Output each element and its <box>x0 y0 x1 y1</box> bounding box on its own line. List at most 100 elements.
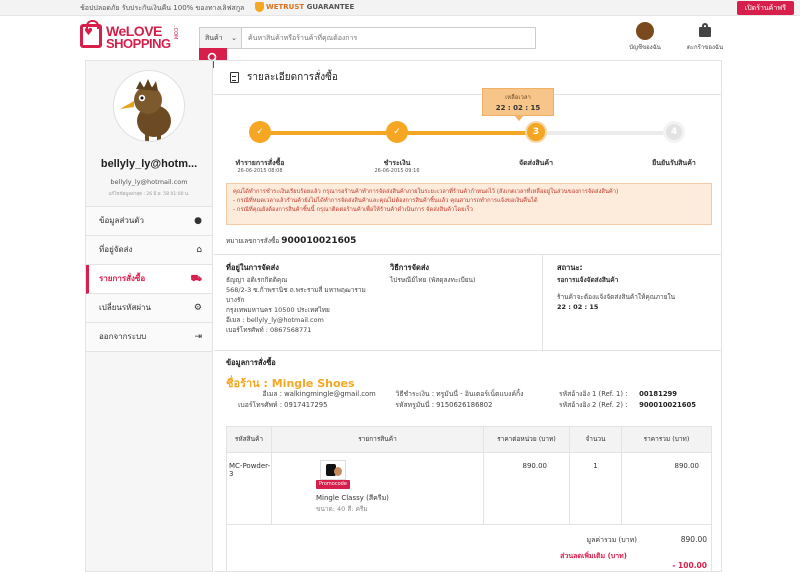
header: ♥ WeLOVE SHOPPING .COM สินค้า ⌄ บัญชีของ… <box>0 16 800 68</box>
top-bar: ช้อปปลอดภัย รับประกันเงินคืน 100% ของทาง… <box>0 0 800 16</box>
address-line: บางรัก <box>226 296 245 304</box>
payment-value: ทรูมันนี่ - อินเตอร์เน็ตแบงค์กิ้ง <box>436 390 524 398</box>
subtotal-label: มูลค่ารวม (บาท) <box>586 536 638 544</box>
profile-picture[interactable] <box>113 70 185 142</box>
notice-line: - กรณีที่หมดเวลาแล้วร้านค้ายังไม่ได้ทำกา… <box>233 198 538 204</box>
ref1-label: รหัสอ้างอิง 1 (Ref. 1) : <box>559 390 628 398</box>
divider <box>214 350 722 351</box>
sidebar-item-label: เปลี่ยนรหัสผ่าน <box>99 303 151 312</box>
timer-label: เหลือเวลา <box>505 94 531 101</box>
sidebar-item-label: รายการสั่งซื้อ <box>99 274 146 283</box>
shipping-method-value: ไปรษณีย์ไทย (พัสดุลงทะเบียน) <box>390 276 476 284</box>
account-menu-list: ข้อมูลส่วนตัว ● ที่อยู่จัดส่ง ⌂ รายการสั… <box>86 206 212 352</box>
shop-phone: 0917417295 <box>284 401 328 409</box>
unit-price-cell: 890.00 <box>484 453 570 524</box>
divider <box>214 94 722 95</box>
sidebar-item-label: ที่อยู่จัดส่ง <box>99 245 133 254</box>
trust-badge[interactable]: WETRUST GUARANTEE <box>255 2 354 12</box>
sidebar-item-orders[interactable]: รายการสั่งซื้อ ⛟ <box>86 265 212 294</box>
ref2-value: 900010021605 <box>639 401 696 409</box>
step-2-check-icon: ✓ <box>386 121 408 143</box>
table-row: MC-Powder-3 Promocode Mingle Classy (สีค… <box>227 453 711 525</box>
page-title-text: รายละเอียดการสั่งซื้อ <box>247 72 338 83</box>
discount-label: ส่วนลดเพิ่มเติม (บาท) <box>560 552 627 560</box>
logo-suffix: .COM <box>172 26 178 40</box>
step-4-number: 4 <box>663 121 685 143</box>
product-thumbnail[interactable] <box>320 460 346 480</box>
address-line: ธัญญา อดิเรกกิตติคุณ <box>226 276 288 284</box>
product-variant: ขนาด: 40 สี: ครีม <box>316 505 368 513</box>
payment-notice: คุณได้ทำการชำระเงินเรียบร้อยแล้ว กรุณารอ… <box>226 183 712 225</box>
sidebar-item-profile[interactable]: ข้อมูลส่วนตัว ● <box>86 207 212 236</box>
trust-brand: WETRUST <box>266 3 305 11</box>
shop-contact: อีเมล : walkingmingle@gmail.com เบอร์โทร… <box>226 389 376 411</box>
countdown-timer: เหลือเวลา 22 : 02 : 15 <box>482 88 554 121</box>
column-header: รายการสินค้า <box>272 427 484 452</box>
last-updated: แก้ไขข้อมูลล่าสุด : 26 มิ.ย. 58 01:00 น. <box>108 192 190 197</box>
account-sidebar: bellyly_ly@hotm... bellyly_ly@hotmail.co… <box>85 60 213 572</box>
search-input[interactable] <box>248 31 528 45</box>
site-logo[interactable]: ♥ WeLOVE SHOPPING .COM <box>80 20 180 52</box>
payment-label: วิธีชำระเงิน : <box>395 390 434 398</box>
discount-value: - 100.00 <box>672 561 707 570</box>
account-menu[interactable]: บัญชีของฉัน <box>620 22 670 52</box>
shop-email: walkingmingle@gmail.com <box>284 390 376 398</box>
promocode-badge: Promocode <box>316 480 350 489</box>
sku-cell: MC-Powder-3 <box>227 453 272 524</box>
qty-cell: 1 <box>570 453 622 524</box>
order-number-value: 900010021605 <box>281 236 357 246</box>
shipping-heading: วิธีการจัดส่ง <box>390 263 430 272</box>
cart-icon: ⛟ <box>190 274 202 284</box>
search-category-select[interactable]: สินค้า ⌄ <box>200 28 242 48</box>
sidebar-item-address[interactable]: ที่อยู่จัดส่ง ⌂ <box>86 236 212 265</box>
progress-track <box>258 131 678 135</box>
table-header: รหัสสินค้า รายการสินค้า ราคาต่อหน่วย (บา… <box>227 427 711 453</box>
total-cell: 890.00 <box>674 462 700 470</box>
column-header: ราคารวม (บาท) <box>643 435 690 443</box>
notice-line: คุณได้ทำการชำระเงินเรียบร้อยแล้ว กรุณารอ… <box>233 189 619 195</box>
status-note: ร้านค้าจะต้องแจ้งจัดส่งสินค้าให้คุณภายใน <box>557 293 676 301</box>
shopping-bag-icon <box>696 22 714 40</box>
gear-icon: ⚙ <box>193 303 202 313</box>
status-heading: สถานะ: <box>557 263 583 272</box>
open-shop-button[interactable]: เปิดร้านค้าฟรี <box>736 1 794 15</box>
user-icon: ● <box>194 216 202 226</box>
address-heading: ที่อยู่ในการจัดส่ง <box>226 263 279 272</box>
order-status: สถานะ: รอการแจ้งจัดส่งสินค้า ร้านค้าจะต้… <box>542 255 722 350</box>
cart-menu[interactable]: ตะกร้าของฉัน <box>680 22 730 52</box>
product-name[interactable]: Mingle Classy (สีครีม) <box>316 493 389 504</box>
sidebar-item-logout[interactable]: ออกจากระบบ ⇥ <box>86 323 212 352</box>
step-1-date: 26-06-2015 08:08 <box>237 168 283 174</box>
heart-icon: ♥ <box>84 27 93 38</box>
notice-line: - กรณีที่คุณยังต้องการสินค้าชิ้นนี้ กรุณ… <box>233 207 473 213</box>
column-header: รหัสสินค้า <box>227 427 272 452</box>
column-header: จำนวน <box>570 427 622 452</box>
address-line: อีเมล : bellyly_ly@hotmail.com <box>226 316 324 324</box>
account-label: บัญชีของฉัน <box>629 44 661 51</box>
sidebar-item-password[interactable]: เปลี่ยนรหัสผ่าน ⚙ <box>86 294 212 323</box>
order-number: หมายเลขการสั่งซื้อ 900010021605 <box>226 236 356 246</box>
account-avatar-icon <box>636 22 654 40</box>
logo-line-2: SHOPPING <box>106 36 171 51</box>
step-4-label: ยืนยันรับสินค้า <box>652 159 696 167</box>
shop-phone-label: เบอร์โทรศัพท์ : <box>238 401 282 409</box>
product-cell: Promocode Mingle Classy (สีครีม) ขนาด: 4… <box>272 453 484 524</box>
order-detail-panel: รายละเอียดการสั่งซื้อ เหลือเวลา 22 : 02 … <box>214 60 722 572</box>
shipping-address: ที่อยู่ในการจัดส่ง ธัญญา อดิเรกกิตติคุณ … <box>226 263 376 335</box>
username: bellyly_ly@hotm... <box>100 158 198 170</box>
sidebar-item-label: ออกจากระบบ <box>99 332 147 341</box>
page-title: รายละเอียดการสั่งซื้อ <box>230 70 338 85</box>
address-line: กรุงเทพมหานคร 10500 ประเทศไทย <box>226 306 330 314</box>
logout-icon: ⇥ <box>194 332 202 342</box>
step-3-number: 3 <box>525 121 547 143</box>
status-value: รอการแจ้งจัดส่งสินค้า <box>557 276 619 284</box>
status-time: 22 : 02 : 15 <box>557 303 599 311</box>
payment-info: วิธีชำระเงิน : ทรูมันนี่ - อินเตอร์เน็ตแ… <box>384 389 523 411</box>
bird-avatar-icon <box>120 79 171 141</box>
trust-word: GUARANTEE <box>306 3 355 11</box>
address-line: เบอร์โทรศัพท์ : 0867568771 <box>226 326 312 334</box>
step-3-label: จัดส่งสินค้า <box>518 159 553 167</box>
txn-label: รหัสทรูมันนี่ : <box>395 401 434 409</box>
order-info-heading: ข้อมูลการสั่งซื้อ <box>226 358 276 367</box>
step-1-check-icon: ✓ <box>249 121 271 143</box>
